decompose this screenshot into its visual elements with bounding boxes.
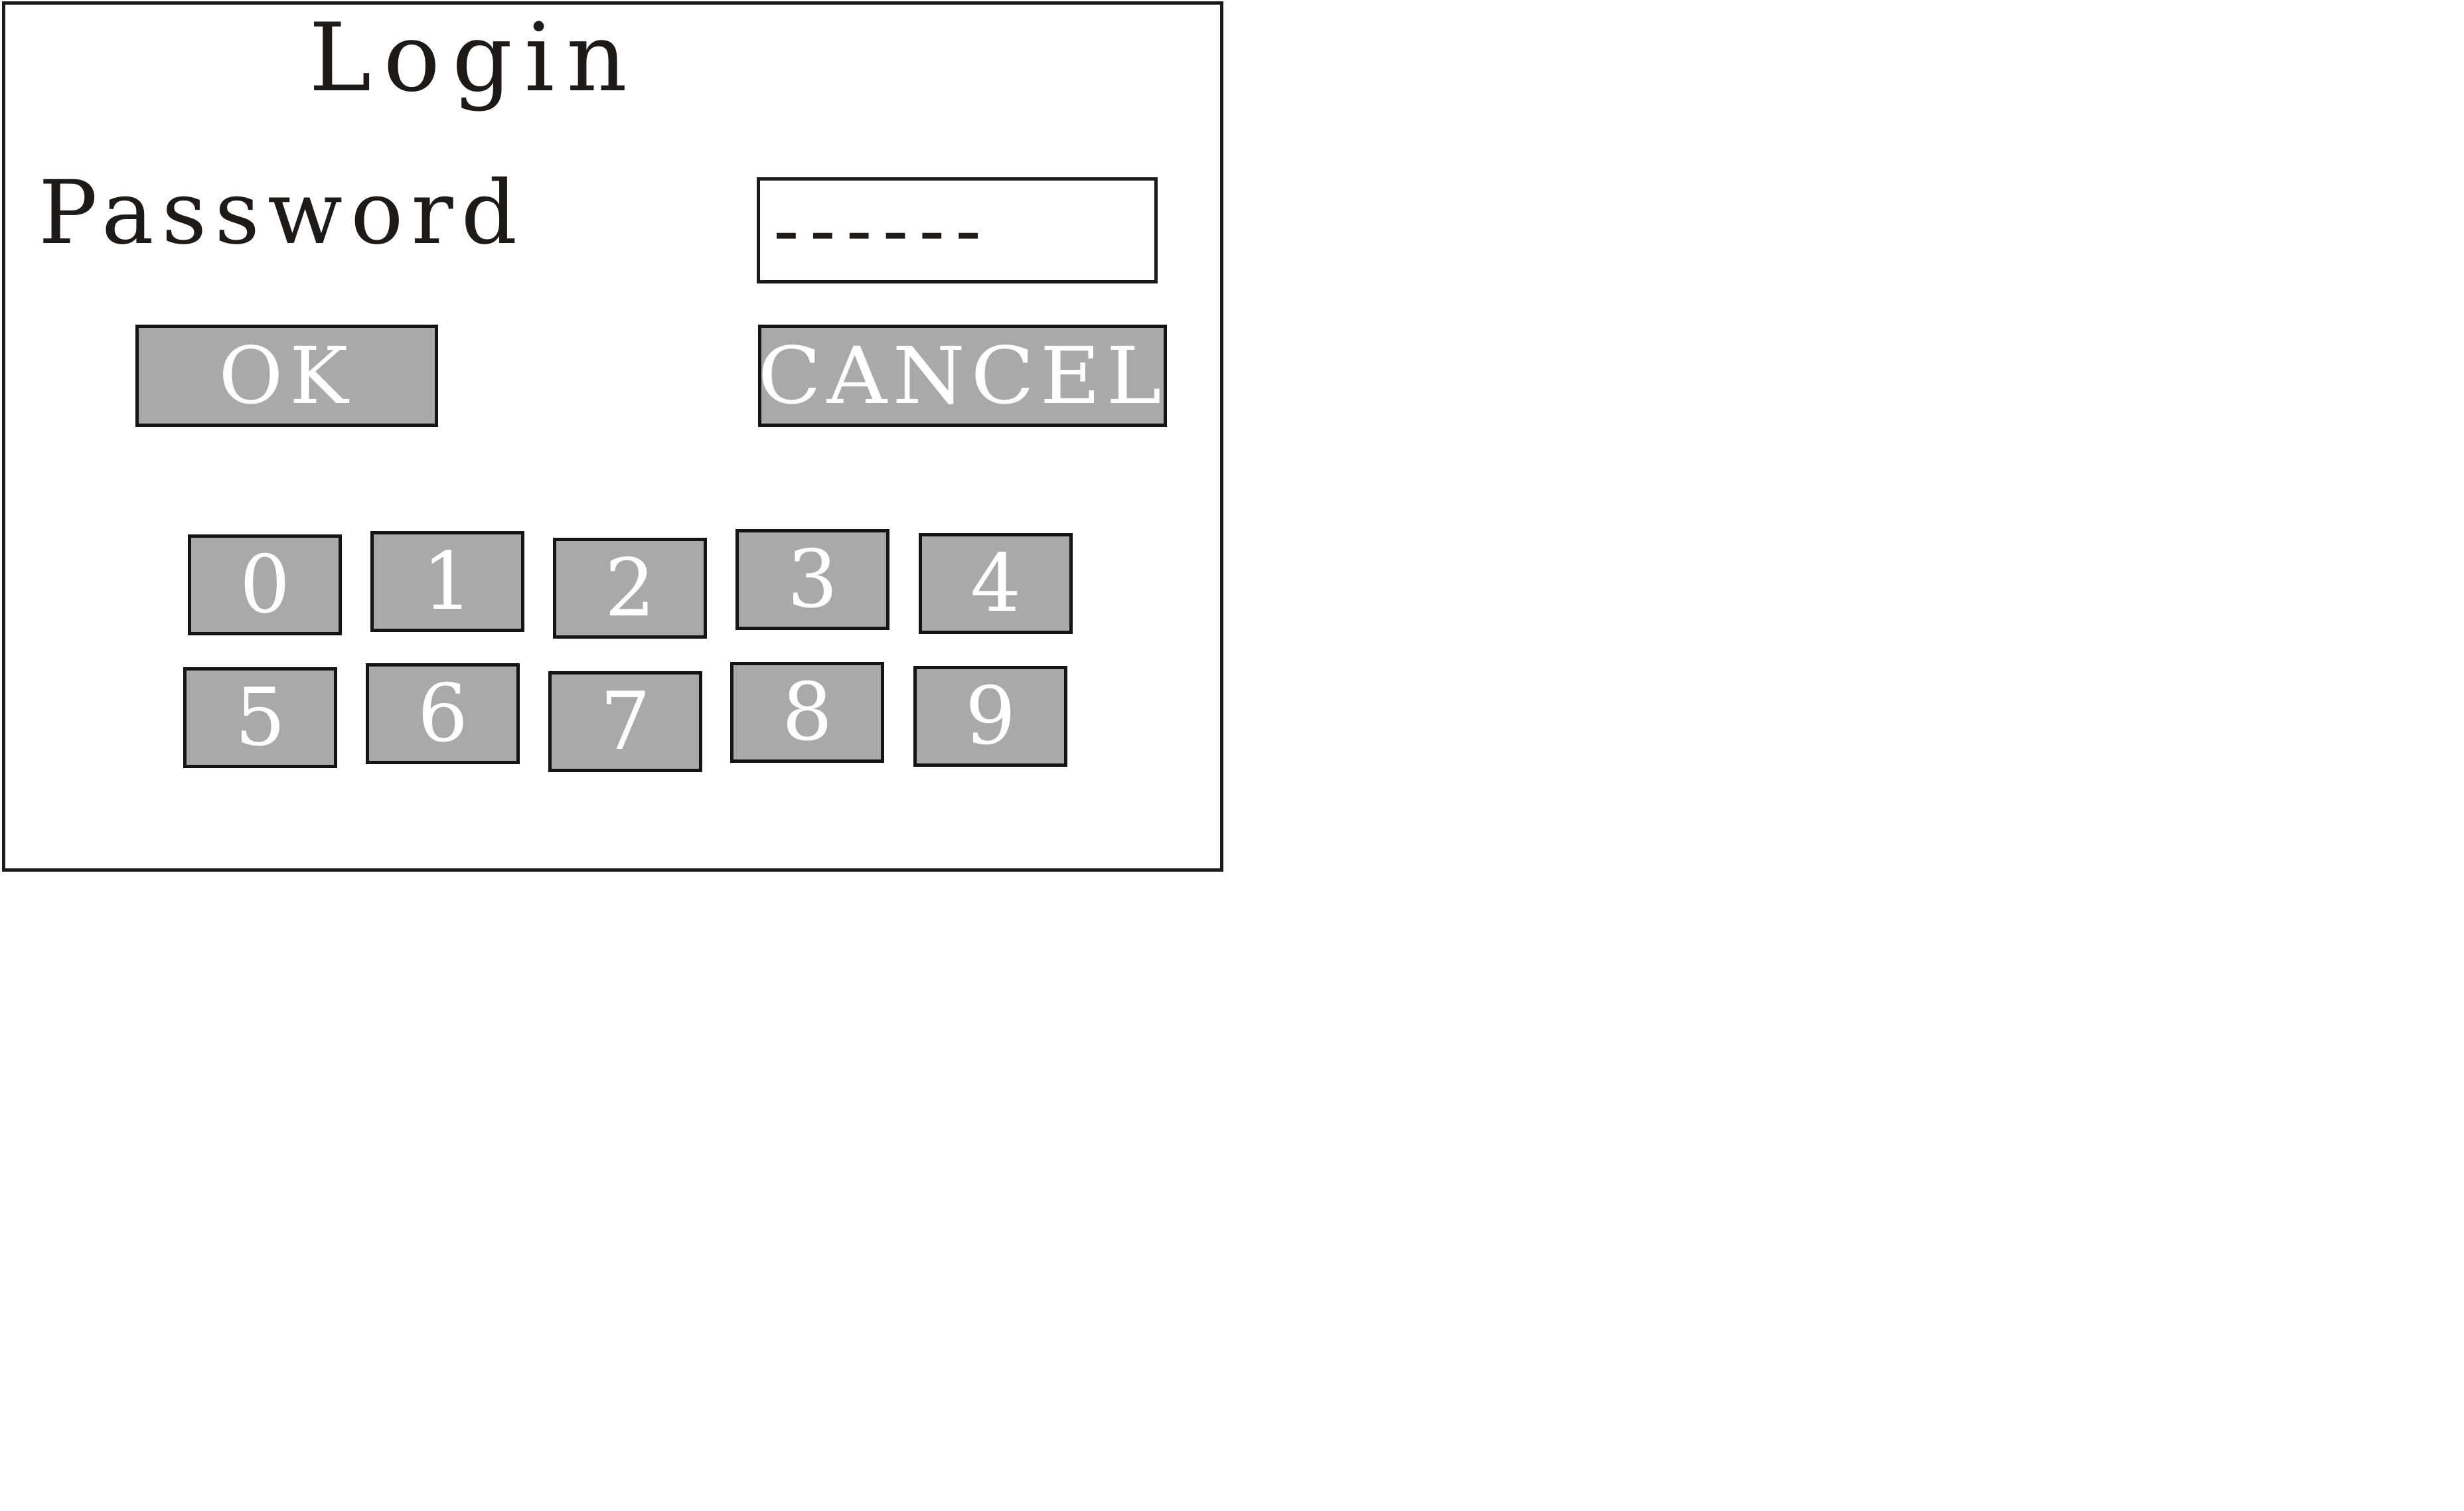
keypad-key-label: 4: [970, 537, 1022, 630]
keypad-key-5[interactable]: 5: [183, 667, 337, 768]
ok-button[interactable]: OK: [135, 325, 438, 427]
keypad-key-label: 9: [964, 670, 1016, 763]
keypad-key-label: 1: [422, 535, 473, 628]
password-input[interactable]: ------: [757, 177, 1158, 283]
keypad-key-3[interactable]: 3: [735, 529, 889, 630]
keypad-key-1[interactable]: 1: [370, 531, 524, 632]
keypad-key-label: 5: [234, 671, 286, 764]
password-label: Password: [38, 162, 526, 264]
keypad-key-8[interactable]: 8: [730, 662, 884, 763]
keypad-key-label: 8: [781, 666, 833, 759]
keypad-key-9[interactable]: 9: [913, 666, 1067, 767]
keypad-key-label: 0: [239, 538, 291, 631]
page-title: Login: [309, 3, 639, 113]
keypad-key-6[interactable]: 6: [366, 663, 520, 764]
keypad-key-label: 3: [787, 533, 838, 626]
keypad-key-label: 6: [417, 667, 469, 760]
keypad-key-7[interactable]: 7: [548, 671, 702, 772]
login-dialog: Login Password ------ OK CANCEL 0 1 2 3 4 5 6 7…: [2, 1, 1223, 872]
keypad-key-4[interactable]: 4: [919, 533, 1073, 634]
keypad-key-label: 7: [599, 675, 651, 768]
ok-button-label: OK: [218, 330, 355, 422]
keypad-key-label: 2: [604, 542, 656, 635]
keypad-key-2[interactable]: 2: [553, 538, 707, 639]
cancel-button-label: CANCEL: [757, 330, 1168, 422]
password-input-value: ------: [773, 186, 992, 275]
keypad-key-0[interactable]: 0: [188, 534, 342, 635]
cancel-button[interactable]: CANCEL: [758, 325, 1167, 427]
